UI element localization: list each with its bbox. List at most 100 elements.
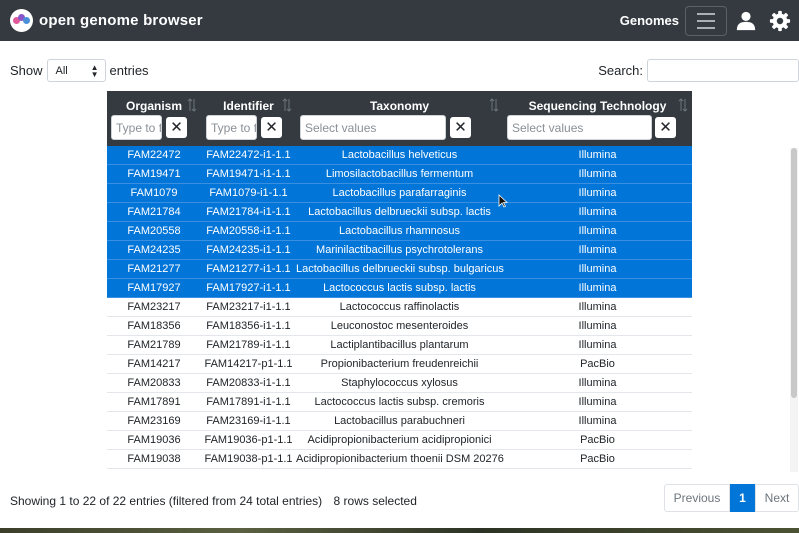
- sequencing-technology-cell: Illumina: [578, 396, 617, 408]
- sequencing-technology-cell: PacBio: [580, 358, 615, 370]
- identifier-cell: FAM21784-i1-1.1: [206, 206, 291, 218]
- entries-length-select[interactable]: All ▲ ▼: [46, 59, 106, 82]
- identifier-cell: FAM20558-i1-1.1: [206, 225, 291, 237]
- user-icon[interactable]: [735, 10, 757, 32]
- sequencing-technology-cell: Illumina: [578, 263, 617, 275]
- table-scrollbar[interactable]: [790, 148, 798, 472]
- column-organism[interactable]: Organism Type to filter ✕: [107, 91, 201, 146]
- table-row[interactable]: FAM21784 FAM21784-i1-1.1 Lactobacillus del…: [107, 203, 692, 222]
- organism-cell: FAM19038: [127, 453, 181, 465]
- table-row[interactable]: FAM21789 FAM21789-i1-1.1 Lactiplantibacill…: [107, 336, 692, 355]
- identifier-cell: FAM19036-p1-1.1: [204, 434, 293, 446]
- brand-link[interactable]: open genome browser: [10, 9, 203, 32]
- clear-taxonomy-filter-button[interactable]: ✕: [450, 117, 471, 138]
- identifier-cell: FAM21277-i1-1.1: [206, 263, 291, 275]
- organism-cell: FAM14217: [127, 358, 181, 370]
- taxonomy-filter-select[interactable]: Select values: [300, 115, 446, 140]
- genomes-link[interactable]: Genomes: [620, 13, 679, 28]
- organism-cell: FAM21789: [127, 339, 181, 351]
- brand-name: open genome browser: [39, 12, 203, 29]
- organism-cell: FAM20558: [127, 225, 181, 237]
- table-row[interactable]: FAM19038 FAM19038-p1-1.1 Acidipropionibact…: [107, 450, 692, 469]
- identifier-cell: FAM23217-i1-1.1: [206, 301, 291, 313]
- sequencing-technology-cell: Illumina: [503, 469, 692, 472]
- table-info: Showing 1 to 22 of 22 entries (filtered …: [10, 494, 417, 508]
- sequencing-technology-cell: Illumina: [578, 206, 617, 218]
- organism-cell: FAM22472: [127, 149, 181, 161]
- next-page-button[interactable]: Next: [755, 484, 799, 512]
- organism-cell: FAM1079: [130, 187, 178, 199]
- table-row[interactable]: FAM18356 FAM18356-i1-1.1 Leuconostoc mesen…: [107, 317, 692, 336]
- table-row[interactable]: FAM17927 FAM17927-i1-1.1 Lactococcus lacti…: [107, 279, 692, 298]
- organism-cell: FAM21784: [127, 206, 181, 218]
- identifier-cell: FAM17927-i1-1.1: [206, 282, 291, 294]
- taxonomy-cell: Lactobacillus delbrueckii subsp. bulgari…: [296, 263, 504, 275]
- mouse-cursor-icon: [498, 194, 508, 208]
- table-row[interactable]: FAM14217 FAM14217-p1-1.1 Propionibacterium…: [107, 355, 692, 374]
- organism-cell: FAM17891: [127, 396, 181, 408]
- previous-page-button[interactable]: Previous: [664, 484, 730, 512]
- gear-icon[interactable]: [769, 10, 791, 32]
- column-taxonomy[interactable]: Taxonomy Select values ✕: [296, 91, 503, 146]
- sort-icon: [282, 98, 292, 112]
- clear-seqtech-filter-button[interactable]: ✕: [655, 117, 676, 138]
- identifier-cell: FAM14217-p1-1.1: [204, 358, 293, 370]
- sequencing-technology-cell: Illumina: [578, 168, 617, 180]
- table-row[interactable]: FAM20558 FAM20558-i1-1.1 Lactobacillus rha…: [107, 222, 692, 241]
- taxonomy-cell: Staphylococcus xylosus: [341, 377, 458, 389]
- selected-rows-text: 8 rows selected: [333, 494, 417, 508]
- taxonomy-cell: Acidipropionibacterium thoenii DSM 20276: [296, 453, 504, 465]
- organism-filter-input[interactable]: Type to filter: [111, 115, 162, 140]
- organism-cell: FAM19036: [127, 434, 181, 446]
- taxonomy-cell: Lactobacillus rhamnosus: [338, 225, 461, 237]
- table-row[interactable]: FAM24235 FAM24235-i1-1.1 Marinilactibacill…: [107, 241, 692, 260]
- clear-organism-filter-button[interactable]: ✕: [166, 117, 187, 138]
- table-row[interactable]: FAM1079 FAM1079-i1-1.1 Lactobacillus paraf…: [107, 184, 692, 203]
- table-header: Organism Type to filter ✕ Identifier Typ…: [107, 91, 692, 146]
- organism-cell: FAM18356: [127, 320, 181, 332]
- column-identifier[interactable]: Identifier Type to filter ✕: [201, 91, 296, 146]
- identifier-cell: FAM24227-i1-1.1: [201, 469, 296, 472]
- taxonomy-cell: Lactobacillus delbrueckii subsp. lactis: [308, 206, 491, 218]
- taxonomy-cell: Lactobacillus parafarraginis: [332, 187, 467, 199]
- column-header-label: Sequencing Technology: [528, 99, 667, 113]
- search-label: Search:: [598, 63, 643, 78]
- column-sequencing-technology[interactable]: Sequencing Technology Select values ✕: [503, 91, 692, 146]
- seqtech-filter-select[interactable]: Select values: [507, 115, 652, 140]
- table-row[interactable]: FAM22472 FAM22472-i1-1.1 Lactobacillus hel…: [107, 146, 692, 165]
- page-1-button[interactable]: 1: [730, 484, 755, 512]
- sequencing-technology-cell: Illumina: [578, 339, 617, 351]
- clear-identifier-filter-button[interactable]: ✕: [261, 117, 282, 138]
- taxonomy-cell: Lactobacillus helveticus: [341, 149, 458, 161]
- table-row[interactable]: FAM19036 FAM19036-p1-1.1 Acidipropionibact…: [107, 431, 692, 450]
- table-row[interactable]: FAM21277 FAM21277-i1-1.1 Lactobacillus del…: [107, 260, 692, 279]
- menu-toggle-button[interactable]: [685, 5, 727, 36]
- column-header-label: Taxonomy: [369, 99, 430, 113]
- sequencing-technology-cell: Illumina: [578, 377, 617, 389]
- search-input[interactable]: [647, 59, 799, 82]
- sequencing-technology-cell: Illumina: [578, 282, 617, 294]
- table-row[interactable]: FAM24227FAM24227-i1-1.1Facklamia tabacin…: [107, 469, 692, 472]
- scrollbar-thumb[interactable]: [791, 148, 797, 398]
- pagination: Previous 1 Next: [664, 484, 799, 512]
- table-row[interactable]: FAM19471 FAM19471-i1-1.1 Limosilactobacill…: [107, 165, 692, 184]
- sequencing-technology-cell: Illumina: [578, 244, 617, 256]
- sequencing-technology-cell: Illumina: [578, 320, 617, 332]
- entries-info-text: Showing 1 to 22 of 22 entries (filtered …: [10, 494, 323, 508]
- search-control: Search:: [598, 59, 799, 82]
- show-label: Show: [10, 63, 43, 78]
- identifier-cell: FAM21789-i1-1.1: [206, 339, 291, 351]
- organism-cell: FAM23217: [127, 301, 181, 313]
- identifier-filter-input[interactable]: Type to filter: [206, 115, 257, 140]
- identifier-cell: FAM23169-i1-1.1: [206, 415, 291, 427]
- organism-cell: FAM20833: [127, 377, 181, 389]
- sequencing-technology-cell: Illumina: [578, 301, 617, 313]
- table-row[interactable]: FAM20833 FAM20833-i1-1.1 Staphylococcus xy…: [107, 374, 692, 393]
- identifier-cell: FAM1079-i1-1.1: [209, 187, 288, 199]
- table-row[interactable]: FAM17891 FAM17891-i1-1.1 Lactococcus lacti…: [107, 393, 692, 412]
- table-row[interactable]: FAM23217 FAM23217-i1-1.1 Lactococcus raffi…: [107, 298, 692, 317]
- sequencing-technology-cell: PacBio: [580, 453, 615, 465]
- sequencing-technology-cell: Illumina: [578, 225, 617, 237]
- identifier-cell: FAM19471-i1-1.1: [206, 168, 291, 180]
- table-row[interactable]: FAM23169 FAM23169-i1-1.1 Lactobacillus par…: [107, 412, 692, 431]
